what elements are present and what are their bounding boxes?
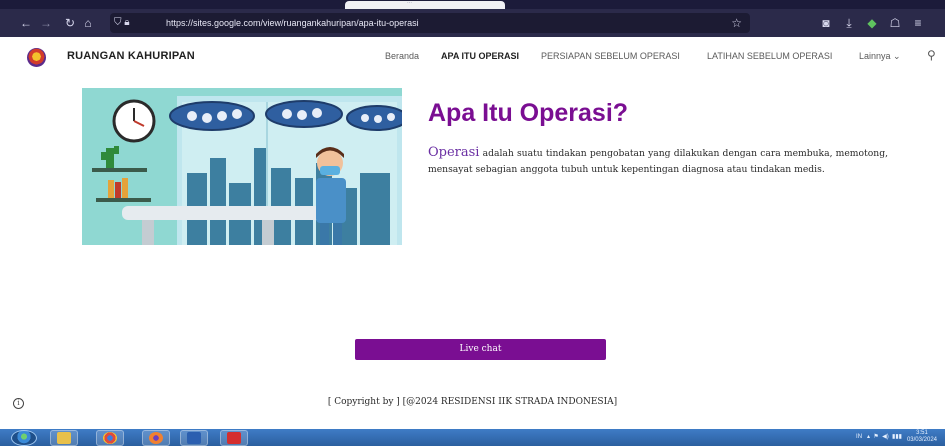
page-description: Operasi adalah suatu tindakan pengobatan…	[428, 145, 888, 178]
shield-icon[interactable]: ⛉ 🔒︎	[114, 13, 130, 33]
address-bar[interactable]: ⛉ 🔒︎ https://sites.google.com/view/ruang…	[110, 13, 750, 33]
windows-taskbar: IN ▴ ⚑ ◀) ▮▮▮ 3:51 03/03/2024	[0, 429, 945, 446]
nav-apa-itu-operasi[interactable]: APA ITU OPERASI	[441, 51, 519, 61]
pocket-icon[interactable]: ◙	[818, 9, 834, 37]
site-title[interactable]: RUANGAN KAHURIPAN	[67, 50, 195, 62]
download-icon[interactable]: ⤓	[841, 9, 857, 37]
nav-beranda[interactable]: Beranda	[385, 51, 419, 61]
reload-icon[interactable]: ↻	[62, 9, 78, 37]
browser-tab[interactable]: ...	[345, 0, 505, 9]
firefox-icon[interactable]	[142, 430, 170, 446]
account-icon[interactable]: ☖	[887, 9, 903, 37]
url-text[interactable]: https://sites.google.com/view/ruangankah…	[166, 13, 419, 33]
acrobat-icon[interactable]	[220, 430, 248, 446]
extension-icon[interactable]: ◆	[864, 9, 880, 37]
clock-date: 03/03/2024	[906, 437, 937, 443]
system-tray: IN ▴ ⚑ ◀) ▮▮▮ 3:51 03/03/2024	[856, 429, 937, 444]
site-logo[interactable]	[27, 48, 46, 67]
forward-icon[interactable]: →	[38, 9, 54, 37]
nav-persiapan-sebelum-operasi[interactable]: PERSIAPAN SEBELUM OPERASI	[541, 51, 680, 61]
star-icon[interactable]: ☆	[731, 13, 742, 33]
browser-tab-strip: ...	[0, 0, 945, 9]
nav-lainnya-dropdown[interactable]: Lainnya ⌄	[859, 51, 901, 62]
clock[interactable]: 3:51 03/03/2024	[907, 429, 937, 444]
language-indicator[interactable]: IN	[856, 434, 862, 440]
footer-copyright: [ Copyright by ] [@2024 RESIDENSI IIK ST…	[327, 397, 618, 407]
back-icon[interactable]: ←	[18, 9, 34, 37]
highlight-word: Operasi	[428, 145, 480, 160]
search-icon[interactable]: ⚲	[927, 48, 936, 62]
file-explorer-icon[interactable]	[50, 430, 78, 446]
chrome-icon[interactable]	[96, 430, 124, 446]
operating-room-illustration	[82, 88, 402, 245]
home-icon[interactable]: ⌂	[80, 9, 96, 37]
site-header: RUANGAN KAHURIPAN Beranda APA ITU OPERAS…	[0, 37, 945, 77]
menu-icon[interactable]: ≡	[910, 9, 926, 37]
page-title: Apa Itu Operasi?	[428, 99, 629, 127]
clock-time: 3:51	[916, 430, 928, 436]
description-text: adalah suatu tindakan pengobatan yang di…	[428, 148, 888, 175]
word-icon[interactable]	[180, 430, 208, 446]
browser-tab-title: ...	[407, 0, 413, 5]
live-chat-button[interactable]: Live chat	[355, 339, 606, 360]
browser-toolbar: ← → ↻ ⌂ ⛉ 🔒︎ https://sites.google.com/vi…	[0, 9, 945, 37]
start-button[interactable]	[11, 430, 37, 446]
nav-latihan-sebelum-operasi[interactable]: LATIHAN SEBELUM OPERASI	[707, 51, 832, 61]
